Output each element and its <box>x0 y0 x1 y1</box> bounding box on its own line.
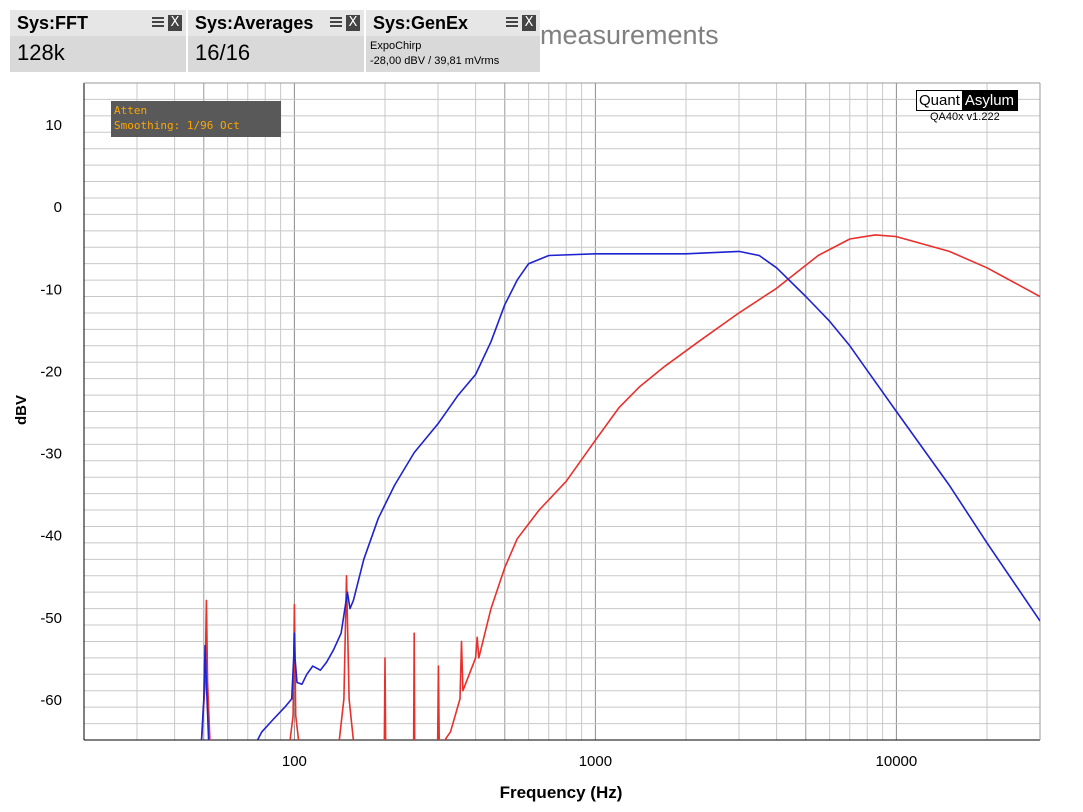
quantasylum-logo: Quant Asylum <box>916 90 1019 111</box>
x-tick-label: 1000 <box>579 753 612 770</box>
status-smoothing: Smoothing: 1/96 Oct <box>114 119 240 132</box>
status-overlay: Atten Smoothing: 1/96 Oct <box>111 101 281 137</box>
logo-right: Asylum <box>961 91 1018 110</box>
y-tick-label: -10 <box>40 281 62 298</box>
series-lines <box>200 234 1040 740</box>
y-tick-label: -20 <box>40 363 62 380</box>
series-blue-line <box>200 250 1040 740</box>
series-red-line <box>200 234 1040 740</box>
y-tick-label: -40 <box>40 528 62 545</box>
x-axis-label: Frequency (Hz) <box>500 783 623 802</box>
y-tick-label: -60 <box>40 692 62 709</box>
x-tick-labels: 100 1000 10000 <box>282 753 917 770</box>
y-tick-labels: 10 0 -10 -20 -30 -40 -50 -60 <box>40 117 62 709</box>
y-tick-label: -50 <box>40 610 62 627</box>
y-tick-label: -30 <box>40 446 62 463</box>
y-axis-label: dBV <box>13 395 30 425</box>
version-label: QA40x v1.222 <box>930 111 1000 123</box>
status-atten: Atten <box>114 104 148 117</box>
x-tick-label: 100 <box>282 753 307 770</box>
y-tick-label: 0 <box>54 199 62 216</box>
x-tick-label: 10000 <box>876 753 918 770</box>
y-tick-label: 10 <box>45 117 62 134</box>
logo-left: Quant <box>917 91 962 110</box>
